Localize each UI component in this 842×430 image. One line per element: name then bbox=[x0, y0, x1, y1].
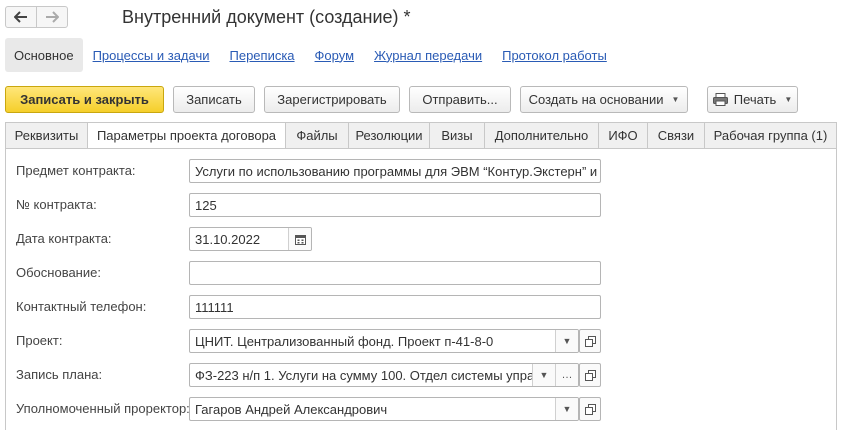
arrow-right-icon bbox=[46, 11, 59, 23]
chevron-down-icon: ▼ bbox=[562, 404, 572, 414]
contract-date-field[interactable]: 31.10.2022 bbox=[189, 227, 312, 251]
contract-number-field[interactable]: 125 bbox=[189, 193, 601, 217]
subject-label: Предмет контракта: bbox=[16, 163, 136, 178]
tab-resolutions[interactable]: Резолюции bbox=[348, 122, 429, 149]
plan-entry-field[interactable]: ФЗ-223 н/п 1. Услуги на сумму 100. Отдел… bbox=[189, 363, 579, 387]
tab-additional[interactable]: Дополнительно bbox=[484, 122, 598, 149]
window-title: Внутренний документ (создание) * bbox=[122, 7, 411, 27]
plan-dropdown-button[interactable]: ▼ bbox=[532, 364, 555, 386]
chevron-down-icon: ▼ bbox=[539, 370, 549, 380]
designer-value: Гагаров Андрей Александрович bbox=[195, 401, 388, 417]
create-based-on-button[interactable]: Создать на основании ▼ bbox=[520, 86, 688, 113]
chevron-down-icon: ▼ bbox=[562, 336, 572, 346]
subject-value: Услуги по использованию программы для ЭВ… bbox=[195, 163, 598, 179]
save-button[interactable]: Записать bbox=[173, 86, 255, 113]
designer-field[interactable]: Гагаров Андрей Александрович ▼ bbox=[189, 397, 579, 421]
designer-label: Уполномоченный проректор: bbox=[16, 401, 190, 416]
tab-correspondence[interactable]: Переписка bbox=[230, 48, 295, 63]
plan-select-button[interactable]: … bbox=[555, 364, 578, 386]
phone-label: Контактный телефон: bbox=[16, 299, 147, 314]
tab-forum[interactable]: Форум bbox=[315, 48, 355, 63]
register-button[interactable]: Зарегистрировать bbox=[264, 86, 400, 113]
tab-work-group[interactable]: Рабочая группа (1) bbox=[704, 122, 837, 149]
send-button[interactable]: Отправить... bbox=[409, 86, 511, 113]
tab-main[interactable]: Основное bbox=[5, 38, 83, 72]
forward-button[interactable] bbox=[36, 6, 68, 28]
chevron-down-icon: ▼ bbox=[784, 95, 793, 104]
project-field[interactable]: ЦНИТ. Централизованный фонд. Проект п-41… bbox=[189, 329, 579, 353]
tab-files[interactable]: Файлы bbox=[285, 122, 348, 149]
form-panel bbox=[5, 148, 837, 430]
save-and-close-button[interactable]: Записать и закрыть bbox=[5, 86, 164, 113]
plan-open-button[interactable] bbox=[579, 363, 601, 387]
calendar-button[interactable] bbox=[288, 228, 311, 250]
designer-dropdown-button[interactable]: ▼ bbox=[555, 398, 578, 420]
printer-icon bbox=[712, 93, 728, 106]
tab-transfer-log[interactable]: Журнал передачи bbox=[374, 48, 482, 63]
project-value: ЦНИТ. Централизованный фонд. Проект п-41… bbox=[195, 333, 494, 349]
ellipsis-icon: … bbox=[561, 369, 573, 381]
designer-open-button[interactable] bbox=[579, 397, 601, 421]
tab-links[interactable]: Связи bbox=[647, 122, 704, 149]
contract-date-value: 31.10.2022 bbox=[195, 231, 261, 247]
tab-work-log[interactable]: Протокол работы bbox=[502, 48, 607, 63]
back-button[interactable] bbox=[5, 6, 37, 28]
contract-number-label: № контракта: bbox=[16, 197, 97, 212]
tab-processes[interactable]: Процессы и задачи bbox=[93, 48, 210, 63]
project-open-button[interactable] bbox=[579, 329, 601, 353]
chevron-down-icon: ▼ bbox=[671, 95, 680, 104]
contract-number-value: 125 bbox=[195, 197, 217, 213]
tab-contract-params[interactable]: Параметры проекта договора bbox=[87, 122, 285, 149]
open-window-icon bbox=[584, 335, 596, 347]
phone-field[interactable]: 111111 bbox=[189, 295, 601, 319]
open-window-icon bbox=[584, 369, 596, 381]
plan-entry-value: ФЗ-223 н/п 1. Услуги на сумму 100. Отдел… bbox=[195, 367, 532, 383]
create-based-on-label: Создать на основании bbox=[528, 92, 664, 107]
project-dropdown-button[interactable]: ▼ bbox=[555, 330, 578, 352]
tab-ifo[interactable]: ИФО bbox=[598, 122, 647, 149]
form-tabs: Реквизиты Параметры проекта договора Фай… bbox=[5, 122, 837, 149]
calendar-icon bbox=[294, 234, 306, 245]
phone-value: 111111 bbox=[195, 299, 234, 315]
basis-label: Обоснование: bbox=[16, 265, 101, 280]
contract-date-label: Дата контракта: bbox=[16, 231, 112, 246]
project-label: Проект: bbox=[16, 333, 63, 348]
tab-requisites[interactable]: Реквизиты bbox=[5, 122, 87, 149]
plan-entry-label: Запись плана: bbox=[16, 367, 103, 382]
print-label: Печать bbox=[733, 92, 777, 107]
tab-visas[interactable]: Визы bbox=[429, 122, 484, 149]
print-button[interactable]: Печать ▼ bbox=[707, 86, 798, 113]
arrow-left-icon bbox=[14, 11, 27, 23]
section-tabs: Основное Процессы и задачи Переписка Фор… bbox=[5, 38, 627, 72]
basis-field[interactable] bbox=[189, 261, 601, 285]
subject-field[interactable]: Услуги по использованию программы для ЭВ… bbox=[189, 159, 601, 183]
open-window-icon bbox=[584, 403, 596, 415]
